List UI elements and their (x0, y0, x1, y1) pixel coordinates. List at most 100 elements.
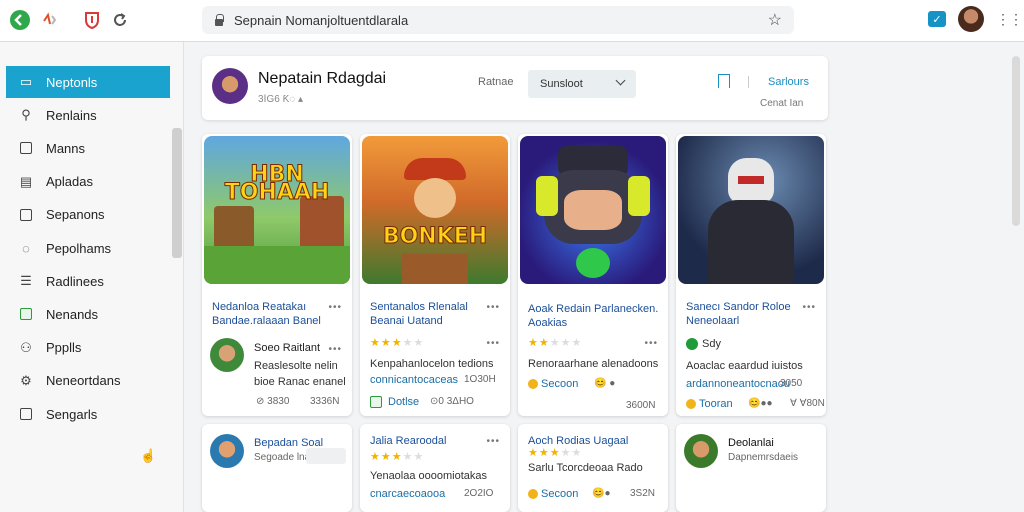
app-thumbnail-1[interactable]: HBN TOHAAH (204, 136, 350, 284)
shield-icon[interactable] (80, 8, 104, 32)
card-title-6[interactable]: Jalia Rearoodal (370, 434, 446, 448)
sidebar-item[interactable]: ⚙ Neneortdans (6, 365, 170, 397)
app-thumbnail-3[interactable] (520, 136, 666, 284)
sidebar-item-label: Radlinees (46, 273, 104, 289)
sidebar-item[interactable]: Sepanons (6, 199, 170, 231)
more-icon[interactable]: ••• (644, 338, 658, 349)
page-scrollbar[interactable] (1012, 56, 1020, 226)
more-icon[interactable]: ••• (328, 344, 342, 355)
card-desc-line-1: Yenaolaa oooomiotakas (370, 470, 488, 482)
header-meta: Cenat Ian (760, 98, 804, 109)
sidebar-item-label: Renlains (46, 107, 97, 123)
square-icon (18, 140, 34, 156)
developer-avatar (210, 434, 244, 468)
gear-icon: ⚙ (20, 372, 32, 388)
browser-toolbar: Sepnain Nomanjoltuentdlarala ☆ ✓ ⋮⋮ (0, 0, 1024, 42)
emoji-reactions: 😊 ● (594, 378, 616, 389)
install-button[interactable] (306, 448, 346, 464)
card-subtitle-1: Bandae.ralaaan Banel (212, 315, 321, 327)
card-title-1[interactable]: Nedanloa Reatakaı (212, 300, 306, 314)
card-desc-line-1: Sarlu Tcorcdeoaa Rado (528, 462, 643, 474)
sidebar-item[interactable]: ☰ Radlinees (6, 265, 170, 297)
url-text[interactable]: Sepnain Nomanjoltuentdlarala (234, 13, 768, 28)
app-card-1[interactable]: HBN TOHAAH Nedanloa Reatakaı Bandae.rala… (202, 134, 352, 416)
header-link[interactable]: Sarlours (768, 76, 809, 88)
rating-stars: ★★★★★ (370, 337, 425, 349)
extension-icon[interactable]: ✓ (928, 11, 946, 27)
green-square-icon (18, 306, 34, 322)
more-icon[interactable]: ••• (486, 436, 500, 447)
card-desc-line-1: Kenpahanlocelon tedions (370, 358, 494, 370)
card-title-8[interactable]: Deolanlai (728, 436, 774, 450)
card-desc-line-1: Aoaclac eaardud iuistos (686, 360, 803, 372)
menu-kebab-icon[interactable]: ⋮⋮ (996, 11, 1023, 28)
sidebar-item[interactable]: Nenands (6, 298, 170, 330)
app-card-2[interactable]: BONKEH Sentanalos Rlenalal Beanai Uatand… (360, 134, 510, 416)
chevron-down-icon (615, 75, 626, 86)
more-icon[interactable]: ••• (802, 302, 816, 313)
developer-name: Soeo Raitlant (254, 342, 321, 354)
card-title-4[interactable]: Sanecı Sandor Roloe (686, 300, 791, 314)
circle-icon: ◌ (22, 240, 30, 256)
emoji-reactions: 😊● (592, 488, 611, 499)
sidebar-item[interactable]: ⚇ Ppplls (6, 332, 170, 364)
tab-icon[interactable] (38, 8, 62, 32)
card-desc-line-2: cnarcaecoaooa (370, 488, 446, 500)
app-thumbnail-2[interactable]: BONKEH (362, 136, 508, 284)
sidebar-item[interactable]: Manns (6, 132, 170, 164)
sidebar-item[interactable]: ◌ Pepolhams (6, 232, 170, 264)
header-divider (748, 76, 749, 88)
home-icon: ▭ (19, 74, 33, 89)
lock-icon (214, 14, 224, 26)
sidebar-item[interactable]: ⚲ Renlains (6, 99, 170, 131)
more-icon[interactable]: ••• (486, 338, 500, 349)
developer-avatar (684, 434, 718, 468)
sidebar-item[interactable]: ▭ Neptonls (6, 66, 170, 98)
card-meta-left: ⊘ 3830 (256, 396, 290, 407)
sidebar-item-label: Ppplls (46, 340, 82, 356)
card-desc-line-1: Renoraarhane alenadoons (528, 358, 659, 370)
app-card-7[interactable]: Aoch Rodias Uagaal ★★★★★ Sarlu Tcorcdeoa… (518, 424, 668, 512)
card-meta-right: Ɐ ∀80N (790, 398, 825, 409)
person-icon: ⚇ (20, 339, 32, 355)
more-icon[interactable]: ••• (328, 302, 342, 313)
card-title-2[interactable]: Sentanalos Rlenalal (370, 300, 468, 314)
back-icon[interactable] (8, 8, 32, 32)
sidebar-item[interactable]: Sengarls (6, 398, 170, 430)
search-icon: ⚲ (21, 107, 31, 123)
sidebar-item-label: Manns (46, 140, 86, 156)
app-card-4[interactable]: Sanecı Sandor Roloe Neneolaarl ••• Sdy A… (676, 134, 826, 416)
card-subtitle-4: Neneolaarl (686, 315, 740, 327)
sidebar-item-label: Apladas (46, 174, 93, 190)
card-desc-line-2: Secoon (528, 378, 578, 390)
card-title-3[interactable]: Aoak Redain Parlanecken. (528, 302, 658, 316)
sidebar-item-label: Pepolhams (46, 240, 112, 256)
bookmark-star-icon[interactable]: ☆ (768, 10, 782, 30)
app-thumbnail-4[interactable] (678, 136, 824, 284)
app-card-6[interactable]: Jalia Rearoodal ••• ★★★★★ Yenaolaa oooom… (360, 424, 510, 512)
square-icon (18, 406, 34, 422)
card-meta-left: Tooran (686, 398, 733, 410)
address-bar[interactable]: Sepnain Nomanjoltuentdlarala ☆ (202, 6, 794, 34)
card-desc-right: 2O2IO (464, 488, 494, 499)
hand-icon[interactable]: ☝ (140, 448, 156, 464)
app-card-5[interactable]: Bepadan Soal Segoade lnacas (202, 424, 352, 512)
profile-avatar[interactable] (958, 6, 984, 32)
more-icon[interactable]: ••• (486, 302, 500, 313)
app-card-8[interactable]: Deolanlai Dapnemrsdaeis (676, 424, 826, 512)
card-subtitle-3: Aoakias (528, 317, 568, 329)
rating-stars: ★★★★★ (528, 337, 583, 349)
card-desc-line-2: ardannoneantocnaou (686, 378, 790, 390)
reload-icon[interactable] (108, 8, 132, 32)
sidebar-item-label: Neptonls (46, 74, 98, 90)
sidebar-item-label: Nenands (46, 306, 99, 322)
app-card-3[interactable]: Aoak Redain Parlanecken. Aoakias ★★★★★ •… (518, 134, 668, 416)
card-desc-line-2: Secoon (528, 488, 578, 500)
header-sort-select[interactable]: Sunsloot (528, 70, 636, 98)
bookmark-icon[interactable] (718, 74, 730, 88)
card-desc-line-2: connicantocaceas (370, 374, 459, 386)
sidebar-item[interactable]: ▤ Apladas (6, 166, 170, 198)
rating-stars: ★★★★★ (370, 451, 425, 463)
sidebar-scrollbar[interactable] (172, 128, 182, 258)
chart-icon: ▤ (19, 173, 33, 189)
